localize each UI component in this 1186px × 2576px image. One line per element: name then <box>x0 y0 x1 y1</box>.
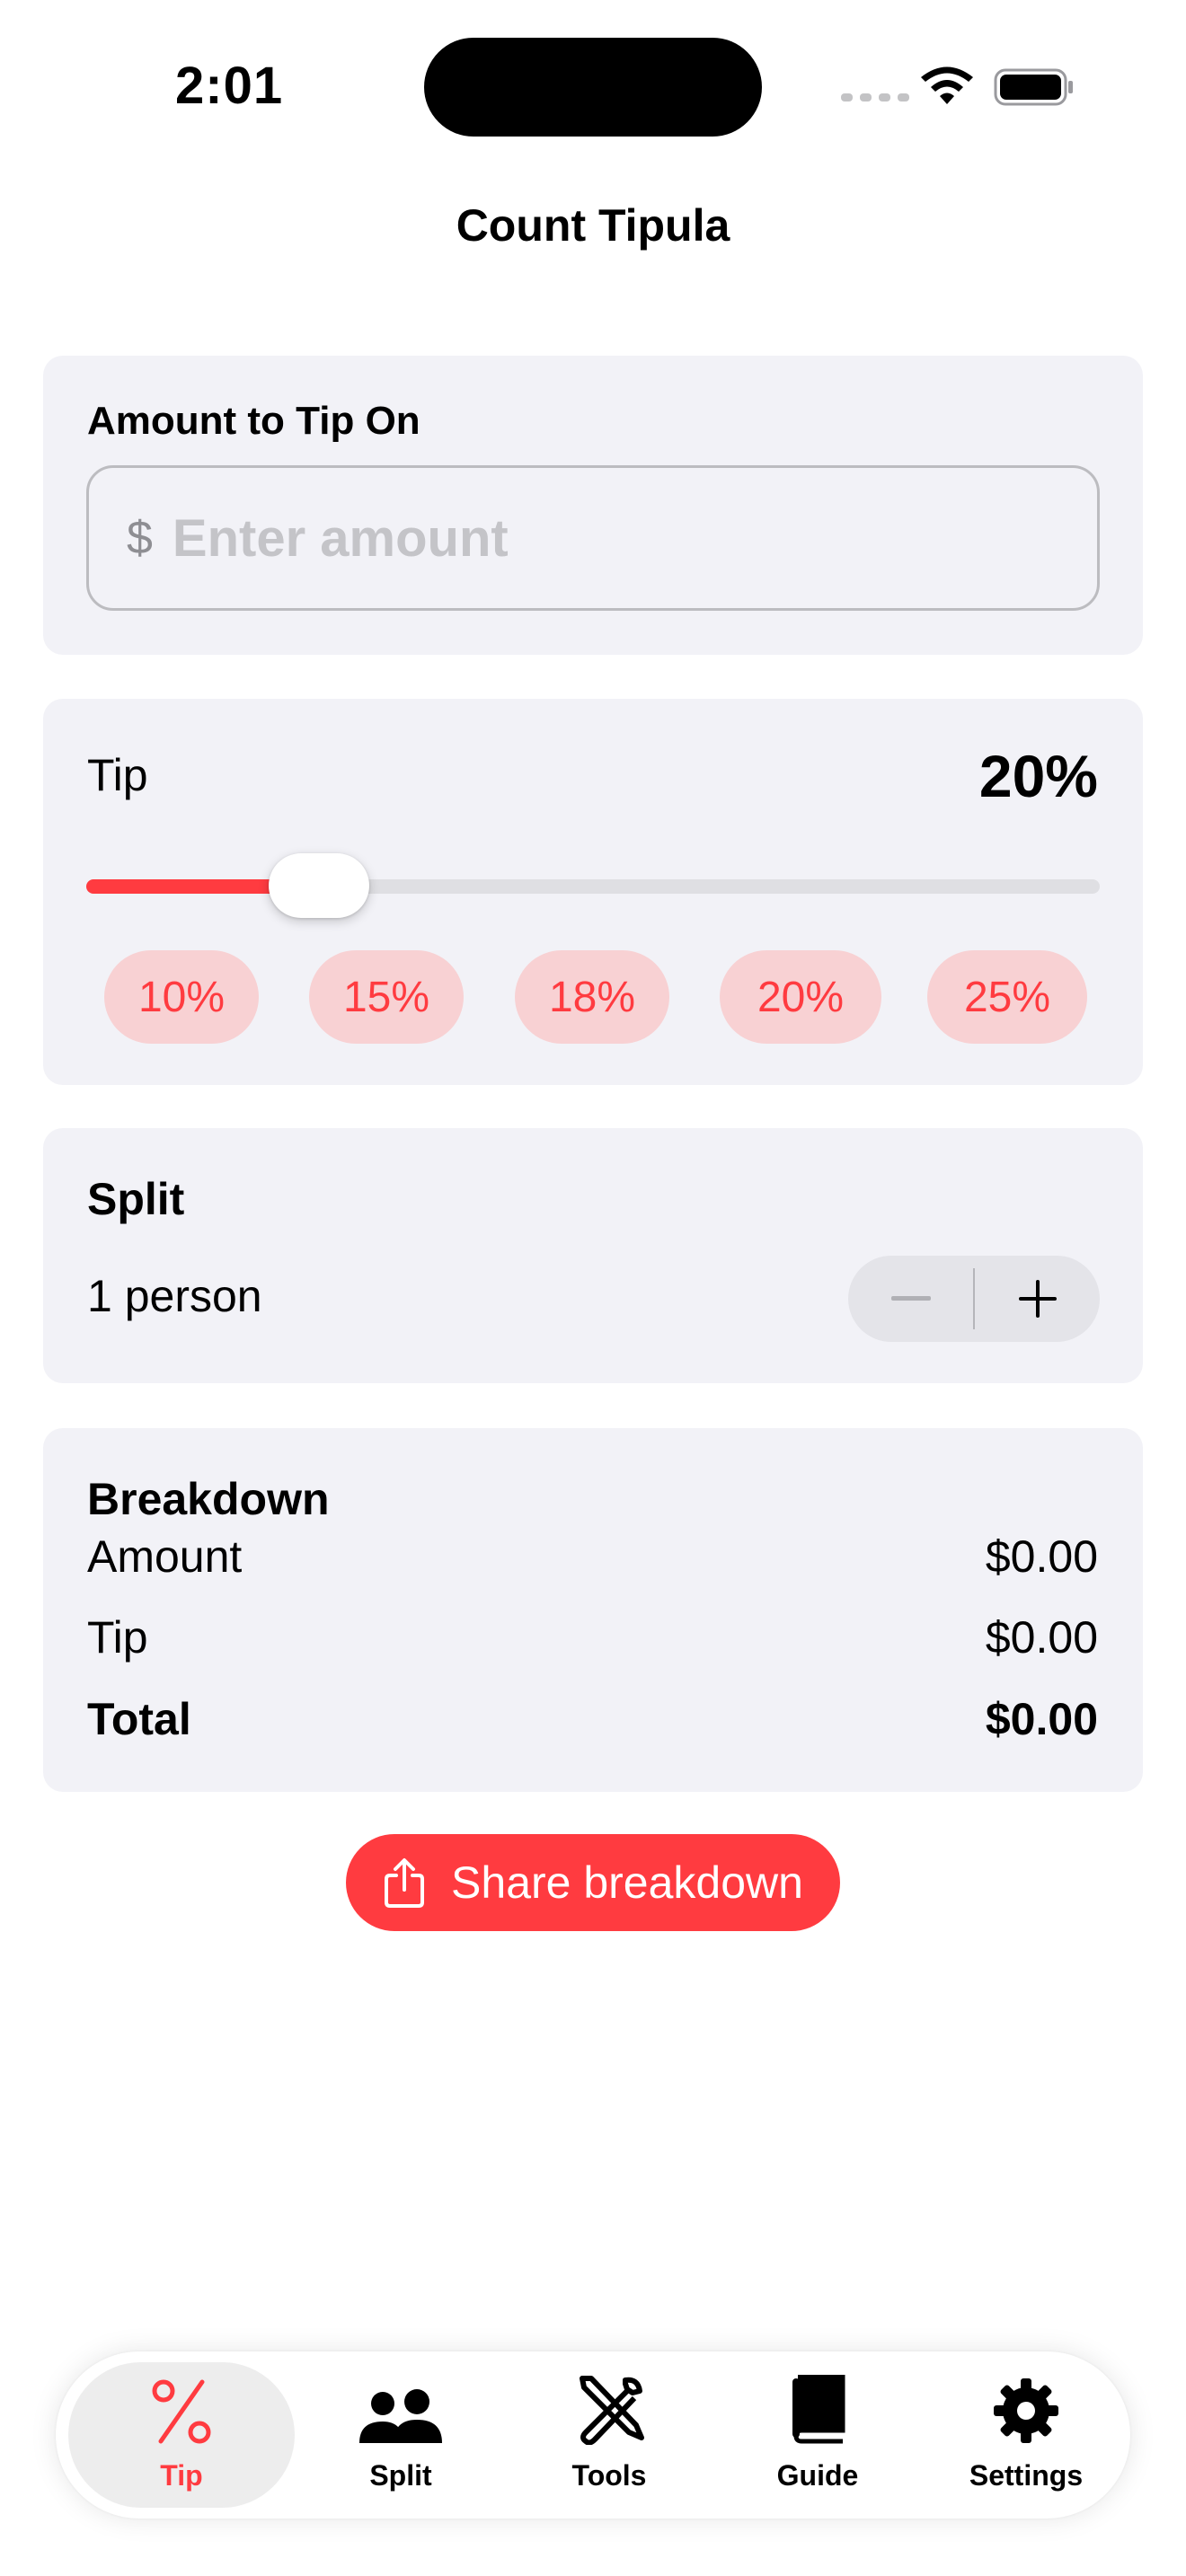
dynamic-island <box>424 38 762 137</box>
tab-label: Tools <box>571 2459 647 2492</box>
breakdown-label: Amount <box>87 1531 243 1582</box>
breakdown-value: $0.00 <box>985 1612 1098 1663</box>
amount-label: Amount to Tip On <box>87 399 420 443</box>
breakdown-label: Total <box>87 1694 191 1744</box>
breakdown-value: $0.00 <box>985 1694 1098 1744</box>
tip-slider[interactable] <box>86 851 1100 920</box>
plus-icon <box>1018 1280 1057 1318</box>
tab-bar: Tip Split Tools Guide Settings <box>56 2351 1130 2519</box>
tools-icon <box>580 2376 644 2445</box>
preset-15-button[interactable]: 15% <box>309 950 464 1044</box>
preset-18-button[interactable]: 18% <box>515 950 669 1044</box>
status-time: 2:01 <box>175 57 284 115</box>
people-icon <box>359 2389 442 2443</box>
tip-presets: 10% 15% 18% 20% 25% <box>43 950 1143 1044</box>
tab-label: Settings <box>969 2459 1084 2492</box>
amount-field[interactable]: $ <box>86 465 1100 611</box>
split-card: Split 1 person <box>43 1128 1143 1383</box>
minus-icon <box>890 1296 931 1301</box>
breakdown-row-amount: Amount $0.00 <box>87 1531 1098 1583</box>
split-count: 1 person <box>87 1271 262 1321</box>
wifi-icon <box>921 66 973 104</box>
tab-guide[interactable]: Guide <box>713 2351 922 2519</box>
share-breakdown-button[interactable]: Share breakdown <box>346 1834 840 1931</box>
amount-input[interactable] <box>172 507 981 569</box>
breakdown-row-tip: Tip $0.00 <box>87 1611 1098 1663</box>
breakdown-row-total: Total $0.00 <box>87 1693 1098 1745</box>
tip-percent-value: 20% <box>978 743 1098 809</box>
page-title: Count Tipula <box>456 200 730 251</box>
breakdown-value: $0.00 <box>985 1531 1098 1582</box>
people-stepper <box>848 1256 1100 1342</box>
cellular-signal-icon <box>841 93 909 101</box>
percent-icon <box>152 2379 211 2444</box>
increment-button[interactable] <box>975 1256 1100 1342</box>
book-icon <box>792 2375 845 2444</box>
preset-10-button[interactable]: 10% <box>104 950 259 1044</box>
tab-label: Split <box>369 2459 432 2492</box>
tab-split[interactable]: Split <box>296 2351 505 2519</box>
breakdown-card: Breakdown Amount $0.00 Tip $0.00 Total $… <box>43 1428 1143 1792</box>
share-icon <box>385 1858 425 1908</box>
split-title: Split <box>87 1174 185 1224</box>
preset-25-button[interactable]: 25% <box>927 950 1087 1044</box>
amount-card: Amount to Tip On $ <box>43 356 1143 655</box>
tip-card: Tip 20% 10% 15% 18% 20% 25% <box>43 699 1143 1085</box>
breakdown-label: Tip <box>87 1612 148 1663</box>
tab-tip[interactable]: Tip <box>68 2351 295 2519</box>
battery-icon <box>994 68 1073 106</box>
breakdown-title: Breakdown <box>87 1474 330 1524</box>
share-label: Share breakdown <box>451 1857 803 1908</box>
currency-symbol: $ <box>127 512 153 564</box>
decrement-button[interactable] <box>848 1256 973 1342</box>
slider-thumb[interactable] <box>269 853 370 918</box>
gear-icon <box>994 2378 1058 2443</box>
tip-screen: 2:01 Count Tipula Amount to Tip On $ Tip… <box>0 0 1186 2576</box>
preset-20-button[interactable]: 20% <box>720 950 881 1044</box>
tab-settings[interactable]: Settings <box>922 2351 1130 2519</box>
tip-label: Tip <box>87 750 148 800</box>
tab-label: Tip <box>160 2459 203 2492</box>
tab-label: Guide <box>776 2459 859 2492</box>
tab-tools[interactable]: Tools <box>505 2351 713 2519</box>
